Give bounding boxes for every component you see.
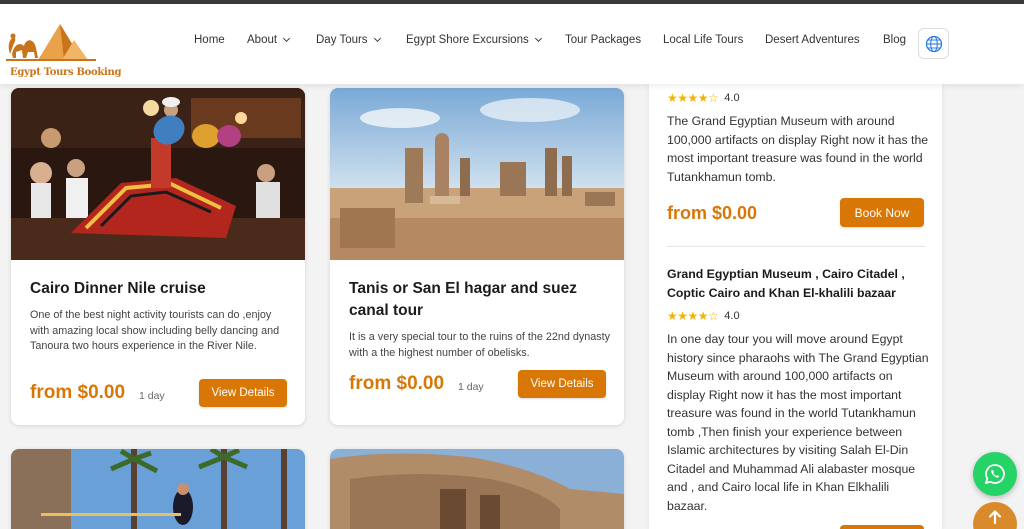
nav-local-life-tours[interactable]: Local Life Tours (663, 34, 743, 46)
tour-card-title[interactable]: Tanis or San El hagar and suez canal tou… (349, 278, 611, 322)
rating: ★★★★ ☆ 4.0 (667, 91, 740, 105)
divider (667, 246, 925, 247)
tour-card (330, 449, 624, 529)
view-details-button[interactable]: View Details (199, 379, 287, 407)
sidebar-tour-title[interactable]: Grand Egyptian Museum , Cairo Citadel , … (667, 265, 929, 303)
nav-day-tours-label: Day Tours (316, 34, 368, 46)
tour-card (11, 449, 305, 529)
whatsapp-button[interactable] (973, 452, 1017, 496)
nav-shore-excursions-label: Egypt Shore Excursions (406, 34, 529, 46)
rating: ★★★★ ☆ 4.0 (667, 309, 740, 323)
tour-card-image[interactable] (330, 449, 624, 529)
arrow-up-icon (988, 510, 1002, 525)
tour-card-image[interactable] (330, 88, 624, 260)
tour-card-image[interactable] (11, 449, 305, 529)
star-empty-icon: ☆ (708, 91, 719, 105)
view-details-button[interactable]: View Details (518, 370, 606, 398)
nav-shore-excursions[interactable]: Egypt Shore Excursions (406, 34, 542, 46)
logo-pyramids-camel-icon (6, 24, 96, 61)
whatsapp-icon (984, 464, 1005, 485)
nav-home-label: Home (194, 34, 225, 46)
tour-grid: Cairo Dinner Nile cruise One of the best… (0, 84, 640, 529)
site-logo[interactable]: Egypt Tours Booking (4, 14, 122, 78)
nav-tour-packages-label: Tour Packages (565, 34, 642, 46)
nav-home[interactable]: Home (194, 34, 225, 46)
tour-card-title[interactable]: Cairo Dinner Nile cruise (30, 278, 290, 300)
tour-card-description: It is a very special tour to the ruins o… (349, 331, 611, 359)
globe-icon (925, 35, 942, 52)
nav-desert-adventures[interactable]: Desert Adventures (765, 34, 860, 46)
rating-value: 4.0 (724, 310, 740, 322)
sidebar-tour-price: from $0.00 (667, 203, 758, 223)
logo-text: Egypt Tours Booking (10, 67, 122, 78)
star-filled-icon: ★★★★ (667, 91, 709, 105)
tour-card-price: from $0.00 (30, 382, 126, 403)
language-switcher-button[interactable] (918, 28, 949, 59)
tour-card-price: from $0.00 (349, 373, 445, 394)
site-header: Egypt Tours Booking Home About Day Tours… (0, 4, 1024, 84)
chevron-down-icon (373, 34, 381, 43)
tour-card-duration: 1 day (139, 390, 165, 402)
nav-about-label: About (247, 34, 278, 46)
chevron-down-icon (283, 34, 291, 43)
tour-card-description: One of the best night activity tourists … (30, 309, 280, 352)
tour-sidebar: ★★★★ ☆ 4.0 The Grand Egyptian Museum with… (649, 84, 942, 529)
scroll-to-top-button[interactable] (973, 502, 1017, 529)
tour-card-image[interactable] (11, 88, 305, 260)
nav-local-life-tours-label: Local Life Tours (663, 34, 744, 46)
nav-tour-packages[interactable]: Tour Packages (565, 34, 641, 46)
book-now-button-partial[interactable] (840, 525, 924, 529)
rating-value: 4.0 (724, 92, 740, 104)
nav-blog[interactable]: Blog (883, 34, 906, 46)
nav-blog-label: Blog (883, 34, 907, 46)
tour-card: Cairo Dinner Nile cruise One of the best… (11, 88, 305, 425)
nav-desert-adventures-label: Desert Adventures (765, 34, 860, 46)
chevron-down-icon (534, 34, 542, 43)
nav-about[interactable]: About (247, 34, 291, 46)
star-filled-icon: ★★★★ (667, 309, 709, 323)
sidebar-tour-description: The Grand Egyptian Museum with around 10… (667, 114, 929, 184)
nav-day-tours[interactable]: Day Tours (316, 34, 381, 46)
star-empty-icon: ☆ (708, 309, 719, 323)
sidebar-tour-description: In one day tour you will move around Egy… (667, 332, 929, 513)
tour-card: Tanis or San El hagar and suez canal tou… (330, 88, 624, 425)
book-now-button[interactable]: Book Now (840, 198, 924, 227)
tour-card-duration: 1 day (458, 381, 484, 393)
